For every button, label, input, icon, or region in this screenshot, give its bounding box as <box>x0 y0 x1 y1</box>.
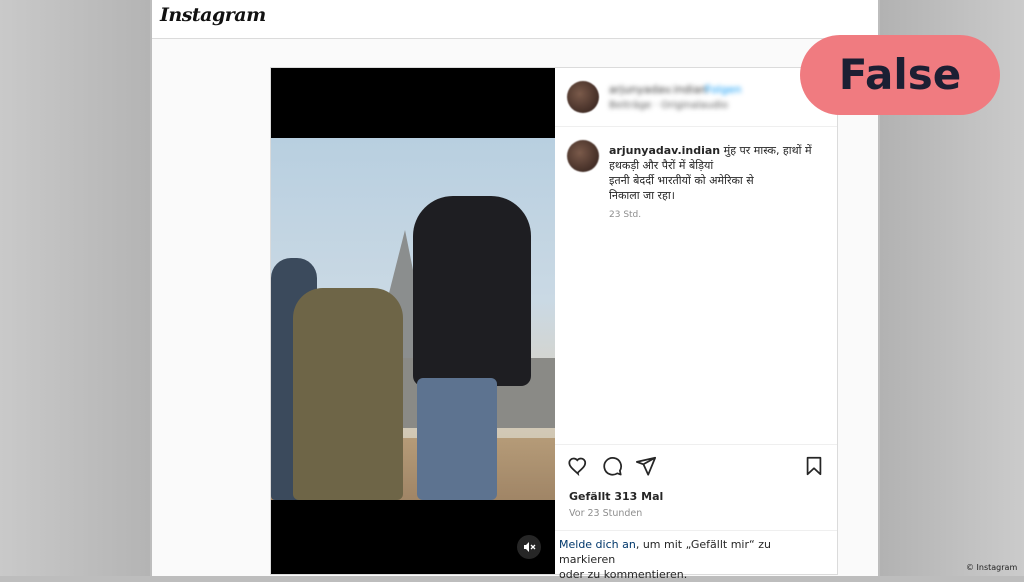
caption-text-line3: इतनी बेदर्दी भारतीयों को अमेरिका से <box>609 174 754 187</box>
caption-text-line2: हथकड़ी और पैरों में बेड़ियां <box>609 159 714 172</box>
login-prompt: Melde dich an, um mit „Gefällt mir“ zu m… <box>555 530 837 581</box>
share-icon[interactable] <box>635 455 657 477</box>
avatar[interactable] <box>567 81 599 113</box>
like-count[interactable]: Gefällt 313 Mal <box>569 490 663 503</box>
heart-icon[interactable] <box>567 455 589 477</box>
caption-avatar[interactable] <box>567 140 599 172</box>
video-frame <box>271 138 555 500</box>
fact-check-label: False <box>838 50 962 99</box>
mute-icon[interactable] <box>517 535 541 559</box>
instagram-page: Instagram arjunyadav.indian Folgen Beitr… <box>152 0 878 581</box>
man-jeans <box>417 378 497 500</box>
comment-icon[interactable] <box>601 455 623 477</box>
fact-check-badge: False <box>800 35 1000 115</box>
top-bar: Instagram <box>152 0 878 39</box>
login-text-line2: oder zu kommentieren. <box>559 568 688 581</box>
post-header: arjunyadav.indian Folgen Beiträge · Orig… <box>555 68 837 127</box>
caption-time[interactable]: 23 Std. <box>609 210 641 220</box>
bookmark-icon[interactable] <box>803 455 825 477</box>
caption-text-line1: मुंह पर मास्क, हाथों में <box>723 144 812 157</box>
instagram-logo[interactable]: Instagram <box>160 4 266 26</box>
post-sidebar: arjunyadav.indian Folgen Beiträge · Orig… <box>555 68 837 581</box>
header-username[interactable]: arjunyadav.indian <box>609 83 707 96</box>
follow-button[interactable]: Folgen <box>705 83 741 96</box>
action-bar <box>555 444 837 487</box>
background-left <box>0 0 150 576</box>
man-black-hoodie <box>413 196 531 386</box>
image-credit: © Instagram <box>966 563 1018 572</box>
post-time[interactable]: Vor 23 Stunden <box>569 508 642 519</box>
caption: arjunyadav.indian मुंह पर मास्क, हाथों म… <box>609 143 829 203</box>
caption-text-line4: निकाला जा रहा। <box>609 189 675 202</box>
caption-username[interactable]: arjunyadav.indian <box>609 144 720 157</box>
login-link[interactable]: Melde dich an <box>559 538 636 551</box>
login-text: Melde dich an, um mit „Gefällt mir“ zu m… <box>559 537 829 582</box>
video-player[interactable] <box>271 68 555 574</box>
post-card: arjunyadav.indian Folgen Beiträge · Orig… <box>270 67 838 581</box>
soldier <box>293 288 403 500</box>
header-subtitle: Beiträge · Originalaudio <box>609 100 728 111</box>
